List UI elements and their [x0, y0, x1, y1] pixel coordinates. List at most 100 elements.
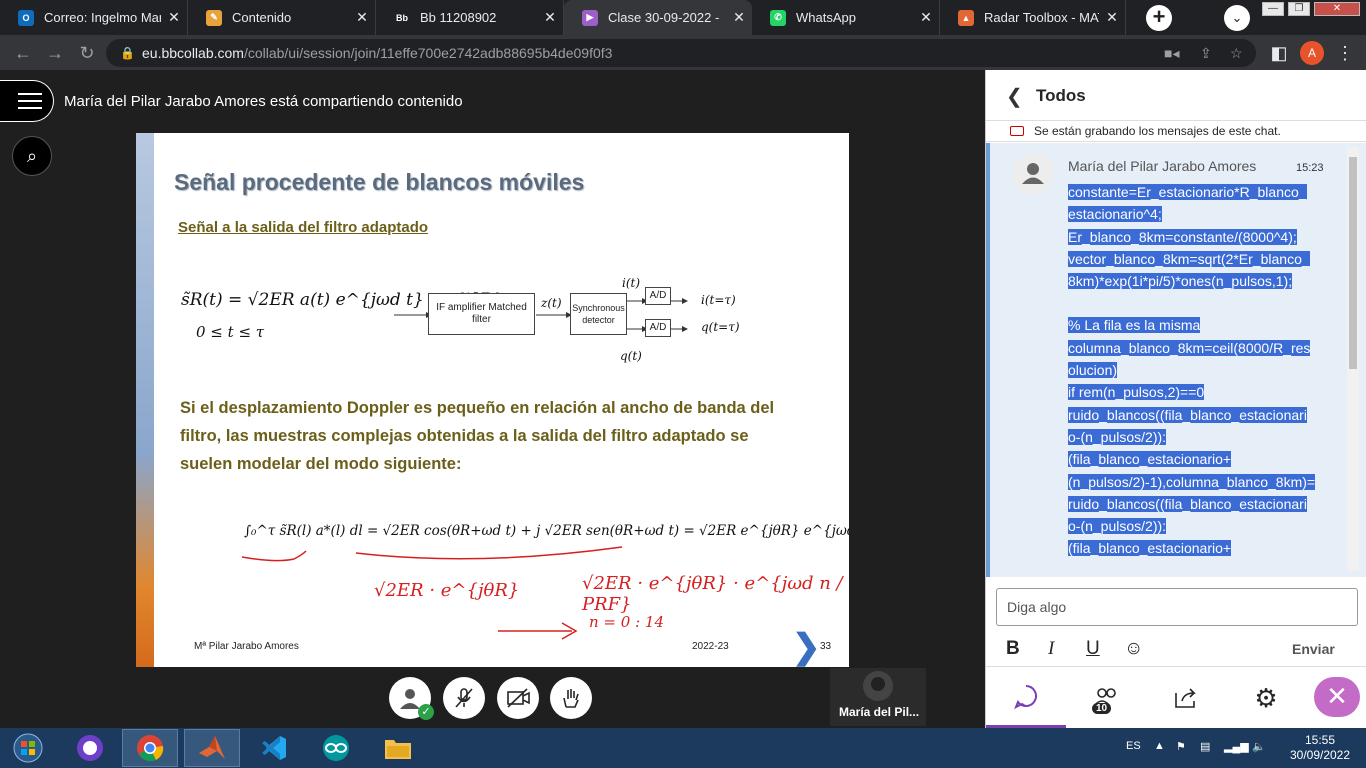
- message-list[interactable]: María del Pilar Jarabo Amores 15:23 cons…: [986, 143, 1366, 577]
- windows-taskbar: ES ▲ ⚑ ▤ ▂▄▆ 🔈 15:55 30/09/2022: [0, 728, 1366, 768]
- tab-close-icon[interactable]: ✕: [1099, 9, 1125, 26]
- tab-search-chevron-icon[interactable]: ⌄: [1224, 5, 1250, 31]
- reload-icon[interactable]: ↻: [76, 42, 98, 64]
- share-content-tab[interactable]: [1146, 667, 1226, 729]
- tab-favicon-icon: Bb: [394, 9, 410, 26]
- browser-tab[interactable]: ✎ Contenido ✕: [188, 0, 376, 35]
- taskbar-github[interactable]: [62, 729, 118, 767]
- emoji-add-icon[interactable]: ☺: [1124, 638, 1143, 660]
- message-line: olucion): [1068, 359, 1330, 381]
- taskbar-vscode[interactable]: [246, 729, 302, 767]
- camera-toggle[interactable]: [497, 677, 539, 719]
- new-tab-button[interactable]: +: [1146, 5, 1172, 31]
- zoom-content-icon[interactable]: ⌕: [12, 136, 52, 176]
- slide-page-number: 33: [820, 641, 832, 652]
- bold-icon[interactable]: B: [1006, 638, 1020, 660]
- italic-icon[interactable]: I: [1048, 638, 1054, 660]
- chat-message-input[interactable]: Diga algo: [996, 588, 1358, 626]
- recording-text: Se están grabando los mensajes de este c…: [1034, 124, 1281, 138]
- minimize-window-button[interactable]: —: [1262, 2, 1284, 16]
- browser-tab[interactable]: ✆ WhatsApp ✕: [752, 0, 940, 35]
- message-line: Er_blanco_8km=constante/(8000^4);: [1068, 226, 1330, 248]
- slide-body-text: Si el desplazamiento Doppler es pequeño …: [180, 399, 775, 473]
- browser-tab[interactable]: ▶ Clase 30-09-2022 - ✕: [564, 0, 752, 35]
- message-sender: María del Pilar Jarabo Amores: [1068, 158, 1257, 174]
- send-button[interactable]: Enviar: [1292, 641, 1335, 657]
- restore-window-button[interactable]: ❐: [1288, 2, 1310, 16]
- tab-label: Radar Toolbox - MATLA: [984, 10, 1099, 25]
- forward-arrow-icon[interactable]: →: [44, 42, 66, 64]
- my-status-button[interactable]: ✓: [389, 677, 434, 720]
- language-indicator[interactable]: ES: [1126, 740, 1141, 752]
- slide-decor-bar: [136, 133, 154, 667]
- folder-icon: [385, 740, 411, 759]
- share-icon[interactable]: ⇪: [1200, 39, 1212, 67]
- taskbar-explorer[interactable]: [370, 729, 426, 767]
- sender-avatar: [1012, 153, 1054, 195]
- settings-tab[interactable]: ⚙: [1226, 667, 1306, 729]
- chevron-left-icon[interactable]: ❮: [1006, 84, 1023, 109]
- taskbar-matlab[interactable]: [184, 729, 240, 767]
- tab-close-icon[interactable]: ✕: [349, 9, 375, 26]
- url-host: eu.bbcollab.com: [142, 45, 244, 61]
- status-check-icon: ✓: [418, 704, 434, 720]
- side-panel-icon[interactable]: ◧: [1268, 42, 1290, 64]
- arduino-icon: [323, 735, 349, 761]
- address-bar[interactable]: 🔒 eu.bbcollab.com/collab/ui/session/join…: [106, 39, 1256, 67]
- tab-label: Bb 11208902: [420, 10, 497, 25]
- tab-label: Correo: Ingelmo Martín: [44, 10, 161, 25]
- chrome-icon: [137, 735, 164, 762]
- scrollbar-thumb[interactable]: [1349, 157, 1357, 369]
- network-icon[interactable]: ▤: [1200, 740, 1210, 753]
- message-line: columna_blanco_8km=ceil(8000/R_res: [1068, 337, 1330, 359]
- taskbar-clock[interactable]: 15:55 30/09/2022: [1280, 733, 1360, 763]
- browser-tab[interactable]: Bb Bb 11208902 ✕: [376, 0, 564, 35]
- browser-tab[interactable]: ▲ Radar Toolbox - MATLA✕: [940, 0, 1126, 35]
- taskbar-chrome[interactable]: [122, 729, 178, 767]
- q-tau-label: q(t=τ): [701, 320, 740, 334]
- message-line-text: if rem(n_pulsos,2)==0: [1068, 384, 1205, 401]
- zt-label: z(t): [541, 296, 562, 310]
- back-arrow-icon[interactable]: ←: [12, 42, 34, 64]
- message-line-text: 8km)*exp(1i*pi/5)*ones(n_pulsos,1);: [1068, 273, 1293, 290]
- bookmark-star-icon[interactable]: ☆: [1230, 39, 1243, 67]
- chat-tab[interactable]: [986, 667, 1066, 729]
- browser-menu-icon[interactable]: ⋮: [1334, 42, 1356, 64]
- taskbar-arduino[interactable]: [308, 729, 364, 767]
- participants-tab[interactable]: 10: [1066, 667, 1146, 729]
- close-panel-button[interactable]: ✕: [1314, 677, 1360, 717]
- hamburger-line: [18, 107, 42, 109]
- tab-favicon-icon: ✆: [770, 9, 786, 26]
- message-line: (n_pulsos/2)-1),columna_blanco_8km)=: [1068, 471, 1330, 493]
- flag-icon[interactable]: ⚑: [1176, 740, 1186, 753]
- slide-subtitle: Señal a la salida del filtro adaptado: [178, 219, 429, 236]
- close-window-button[interactable]: ✕: [1314, 2, 1360, 16]
- message-line-text: o-(n_pulsos/2)):: [1068, 428, 1167, 445]
- signal-icon[interactable]: ▂▄▆: [1224, 740, 1249, 753]
- tab-close-icon[interactable]: ✕: [913, 9, 939, 26]
- tab-close-icon[interactable]: ✕: [161, 9, 187, 26]
- volume-icon[interactable]: 🔈: [1252, 740, 1266, 753]
- i-tau-label: i(t=τ): [701, 293, 736, 307]
- message-line-text: % La fila es la misma: [1068, 317, 1201, 334]
- next-slide-chevron-icon: ❯: [792, 628, 821, 666]
- windows-logo-icon: [13, 733, 43, 763]
- message-scrollbar[interactable]: [1347, 147, 1359, 571]
- start-button[interactable]: [0, 729, 56, 767]
- clock-date: 30/09/2022: [1289, 748, 1351, 762]
- profile-avatar[interactable]: A: [1300, 41, 1324, 65]
- formatting-toolbar: B I U ☺ Enviar: [986, 632, 1366, 666]
- raise-hand-button[interactable]: [550, 677, 592, 719]
- camera-blocked-icon[interactable]: ■◂: [1164, 39, 1179, 67]
- message-line: (fila_blanco_estacionario+: [1068, 537, 1330, 559]
- hamburger-icon: [18, 93, 42, 95]
- browser-tab[interactable]: O Correo: Ingelmo Martín✕: [0, 0, 188, 35]
- tab-close-icon[interactable]: ✕: [726, 9, 752, 26]
- tray-arrow-icon[interactable]: ▲: [1154, 740, 1165, 752]
- message-line-text: constante=Er_estacionario*R_blanco_: [1068, 184, 1307, 200]
- session-menu-button[interactable]: [0, 80, 54, 122]
- underline-icon[interactable]: U: [1086, 638, 1100, 660]
- tab-close-icon[interactable]: ✕: [537, 9, 563, 26]
- message-line: (fila_blanco_estacionario+: [1068, 448, 1330, 470]
- microphone-toggle[interactable]: [443, 677, 485, 719]
